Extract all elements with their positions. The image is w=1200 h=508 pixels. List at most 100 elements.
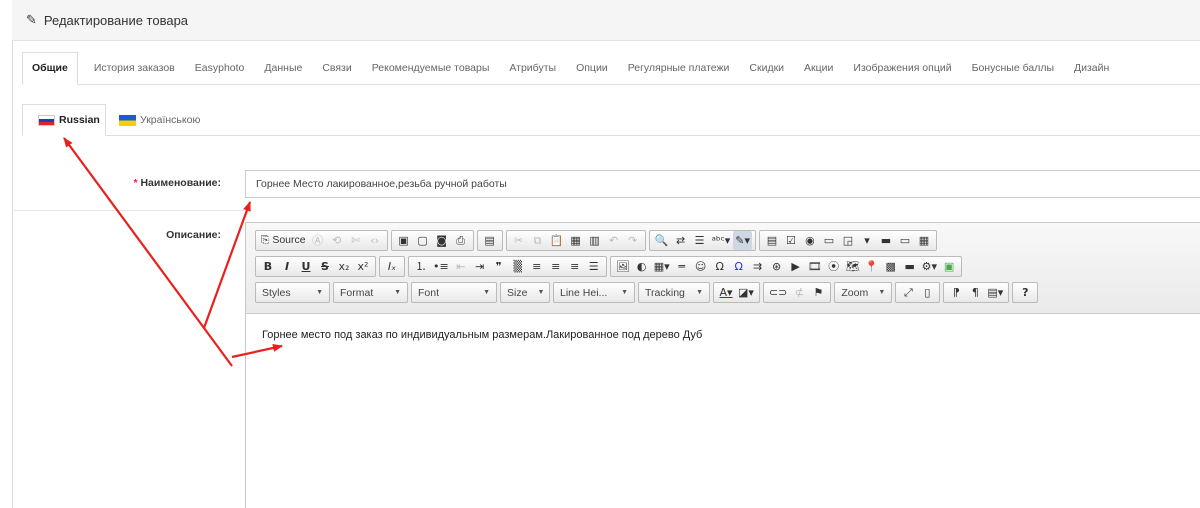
- select-icon[interactable]: ▾: [858, 231, 876, 250]
- button-icon[interactable]: ▬: [877, 231, 895, 250]
- checkbox-icon[interactable]: ☑: [782, 231, 800, 250]
- tab-data[interactable]: Данные: [264, 52, 302, 84]
- qr-code-icon[interactable]: ▩: [882, 257, 900, 276]
- placeholder-icon[interactable]: ▬: [901, 257, 919, 276]
- lang-tab-russian[interactable]: Russian: [22, 104, 106, 136]
- remove-format-icon[interactable]: Iₓ: [383, 257, 401, 276]
- special-char-2-icon[interactable]: Ω: [730, 257, 748, 276]
- smiley-icon[interactable]: ☺: [692, 257, 710, 276]
- settings-icon[interactable]: ⚙▾: [920, 257, 939, 276]
- font-dropdown[interactable]: Font ▼: [411, 282, 497, 303]
- tab-attributes[interactable]: Атрибуты: [509, 52, 556, 84]
- align-left-icon[interactable]: ≡: [528, 257, 546, 276]
- tab-easyphoto[interactable]: Easyphoto: [195, 52, 245, 84]
- maximize-icon[interactable]: ⤢: [899, 283, 917, 302]
- tab-recommended[interactable]: Рекомендуемые товары: [372, 52, 490, 84]
- preview-page-icon[interactable]: ◙: [433, 231, 451, 250]
- paste-text-icon[interactable]: ✄: [347, 231, 365, 250]
- find-icon[interactable]: 🔍: [653, 231, 671, 250]
- horizontal-rule-icon[interactable]: ═: [673, 257, 691, 276]
- video-icon[interactable]: ⦿: [825, 257, 843, 276]
- tab-options[interactable]: Опции: [576, 52, 608, 84]
- table-icon[interactable]: ▦▾: [652, 257, 672, 276]
- image-gallery-icon[interactable]: ▣: [940, 257, 958, 276]
- paste-icon[interactable]: 📋: [548, 231, 566, 250]
- div-icon[interactable]: ▒: [509, 257, 527, 276]
- spellcheck-icon[interactable]: ᵃᵇᶜ▾: [710, 231, 733, 250]
- media-icon[interactable]: 🎞: [806, 257, 824, 276]
- radio-icon[interactable]: ◉: [801, 231, 819, 250]
- form-icon[interactable]: ▤: [763, 231, 781, 250]
- replace-icon[interactable]: ⇄: [672, 231, 690, 250]
- select-all-icon[interactable]: ☰: [691, 231, 709, 250]
- language-icon[interactable]: ▤▾: [985, 283, 1005, 302]
- tab-recurring[interactable]: Регулярные платежи: [628, 52, 730, 84]
- location-pin-icon[interactable]: 📍: [863, 257, 881, 276]
- bulleted-list-icon[interactable]: •≡: [431, 257, 451, 276]
- indent-icon[interactable]: ⇥: [471, 257, 489, 276]
- templates-icon[interactable]: ▤: [481, 231, 499, 250]
- code-icon[interactable]: ‹›: [366, 231, 384, 250]
- tab-general[interactable]: Общие: [22, 52, 78, 85]
- page-break-icon[interactable]: ⇉: [749, 257, 767, 276]
- align-center-icon[interactable]: ≡: [547, 257, 565, 276]
- link-icon[interactable]: ⊂⊃: [767, 283, 789, 302]
- new-page-icon[interactable]: ▢: [414, 231, 432, 250]
- ltr-icon[interactable]: ⁋: [947, 283, 965, 302]
- tab-discounts[interactable]: Скидки: [749, 52, 784, 84]
- tab-links[interactable]: Связи: [322, 52, 351, 84]
- blockquote-icon[interactable]: ❞: [490, 257, 508, 276]
- justify-icon[interactable]: ☰: [585, 257, 603, 276]
- tab-specials[interactable]: Акции: [804, 52, 833, 84]
- map-icon[interactable]: 🗺: [844, 257, 862, 276]
- name-input[interactable]: [245, 170, 1200, 198]
- bg-color-icon[interactable]: ◪▾: [736, 283, 756, 302]
- hidden-field-icon[interactable]: ▦: [915, 231, 933, 250]
- format-dropdown[interactable]: Format ▼: [333, 282, 408, 303]
- copy-icon[interactable]: ⧉: [529, 231, 547, 250]
- outdent-icon[interactable]: ⇤: [452, 257, 470, 276]
- lang-tab-ukrainian[interactable]: Українською: [119, 104, 200, 136]
- paste-text-icon-2[interactable]: ▦: [567, 231, 585, 250]
- youtube-icon[interactable]: ▶: [787, 257, 805, 276]
- tab-option-images[interactable]: Изображения опций: [853, 52, 951, 84]
- special-char-icon[interactable]: Ω: [711, 257, 729, 276]
- line-height-dropdown[interactable]: Line Hei... ▼: [553, 282, 635, 303]
- bold-icon[interactable]: B: [259, 257, 277, 276]
- image-icon[interactable]: 🖼: [614, 257, 632, 276]
- save-icon[interactable]: ▣: [395, 231, 413, 250]
- image-button-icon[interactable]: ▭: [896, 231, 914, 250]
- italic-icon[interactable]: I: [278, 257, 296, 276]
- editor-content-area[interactable]: Горнее место под заказ по индивидуальным…: [246, 315, 1200, 508]
- subscript-icon[interactable]: x₂: [335, 257, 353, 276]
- redo-icon[interactable]: ↷: [624, 231, 642, 250]
- tracking-dropdown[interactable]: Tracking ▼: [638, 282, 710, 303]
- zoom-dropdown[interactable]: Zoom ▼: [834, 282, 893, 303]
- scayt-icon[interactable]: ✎▾: [733, 231, 752, 250]
- iframe-icon[interactable]: ⊛: [768, 257, 786, 276]
- textfield-icon[interactable]: ▭: [820, 231, 838, 250]
- flash-icon[interactable]: ◐: [633, 257, 651, 276]
- textarea-icon[interactable]: ◲: [839, 231, 857, 250]
- underline-icon[interactable]: U: [297, 257, 315, 276]
- size-dropdown[interactable]: Size ▼: [500, 282, 550, 303]
- styles-dropdown[interactable]: Styles ▼: [255, 282, 330, 303]
- tab-design[interactable]: Дизайн: [1074, 52, 1109, 84]
- undo-icon[interactable]: ↶: [605, 231, 623, 250]
- preview-icon[interactable]: Ⓐ: [309, 231, 327, 250]
- rtl-icon[interactable]: ¶: [966, 283, 984, 302]
- source-button[interactable]: ⎘ Source: [259, 231, 308, 250]
- cut-icon[interactable]: ✂: [510, 231, 528, 250]
- align-right-icon[interactable]: ≡: [566, 257, 584, 276]
- text-color-icon[interactable]: A▾: [717, 283, 735, 302]
- unlink-icon[interactable]: ⊄: [790, 283, 808, 302]
- undo-redo-icon[interactable]: ⟲: [328, 231, 346, 250]
- anchor-flag-icon[interactable]: ⚑: [809, 283, 827, 302]
- numbered-list-icon[interactable]: ⒈: [412, 257, 430, 276]
- tab-reward-points[interactable]: Бонусные баллы: [972, 52, 1054, 84]
- paste-word-icon[interactable]: ▥: [586, 231, 604, 250]
- show-blocks-icon[interactable]: ▯: [918, 283, 936, 302]
- superscript-icon[interactable]: x²: [354, 257, 372, 276]
- print-icon[interactable]: ⎙: [452, 231, 470, 250]
- help-button[interactable]: ?: [1016, 283, 1034, 302]
